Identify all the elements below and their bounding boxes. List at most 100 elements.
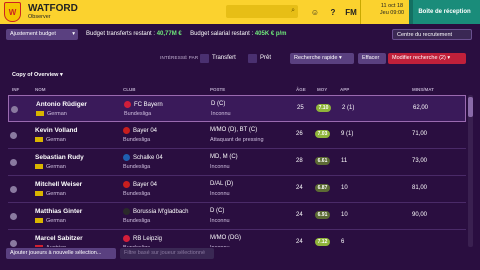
inbox-continue-button[interactable]: Boîte de réception [409, 0, 480, 24]
club-label: Borussia M'gladbach [133, 209, 189, 216]
info-icon[interactable] [10, 240, 17, 247]
avg-rating-badge: 7.10 [316, 104, 331, 112]
player-position: D (C) [211, 101, 226, 107]
add-to-shortlist-button[interactable]: Ajouter joueurs à nouvelle sélection... [6, 248, 116, 259]
clear-button[interactable]: Effacer [358, 53, 386, 64]
player-apps: 10 [341, 185, 348, 191]
quick-search-dropdown[interactable]: Recherche rapide ▾ [290, 53, 354, 64]
player-club[interactable]: RB Leipzig [123, 235, 162, 242]
player-role: Inconnu [210, 191, 230, 197]
avg-rating-badge: 7.03 [315, 130, 330, 138]
nationality-label: German [46, 137, 66, 143]
col-inf[interactable]: INF [12, 87, 19, 92]
player-club[interactable]: FC Bayern [124, 101, 163, 108]
filter-by-player-button[interactable]: Filtre basé sur joueur sélectionné [120, 248, 214, 259]
transfer-budget-label: Budget transferts restant : [86, 31, 156, 37]
col-position[interactable]: POSTE [210, 87, 225, 92]
flag-icon [35, 191, 43, 197]
table-row[interactable]: Marcel Sabitzer Austrian RB Leipzig Bundesl… [8, 230, 466, 247]
chevron-down-icon: ▾ [60, 72, 63, 78]
player-age: 26 [296, 131, 303, 137]
chevron-down-icon: ▾ [338, 55, 342, 61]
col-name[interactable]: NOM [35, 87, 46, 92]
player-nationality: German [35, 191, 66, 197]
info-icon[interactable] [11, 106, 18, 113]
player-minutes: 71,00 [412, 131, 428, 137]
club-badge-icon [124, 101, 131, 108]
budget-dropdown[interactable]: Ajustement budget ▾ [6, 29, 78, 40]
player-name[interactable]: Sebastian Rudy [35, 154, 84, 161]
social-icon[interactable]: ☺ [306, 8, 324, 17]
scrollbar[interactable] [468, 95, 473, 247]
top-bar: W WATFORD Observer ⌕ ☺ ? FM 11 oct 18 Jeu… [0, 0, 480, 24]
salary-budget-label: Budget salarial restant : [190, 31, 254, 37]
player-role: Inconnu [210, 164, 230, 170]
player-league: Bundesliga [123, 137, 151, 143]
club-crest-icon[interactable]: W [4, 2, 21, 22]
player-apps: 11 [341, 158, 348, 164]
col-minutes[interactable]: MINS/MAT [412, 87, 434, 92]
nationality-label: German [46, 191, 66, 197]
flag-icon [36, 111, 44, 117]
info-icon[interactable] [10, 132, 17, 139]
quick-search-label: Recherche rapide [294, 55, 338, 61]
player-apps: 10 [341, 212, 348, 218]
club-name[interactable]: WATFORD [28, 3, 78, 14]
player-age: 24 [296, 212, 303, 218]
col-club[interactable]: CLUB [123, 87, 136, 92]
info-icon[interactable] [10, 186, 17, 193]
scrollbar-thumb[interactable] [468, 97, 473, 117]
player-club[interactable]: Borussia M'gladbach [123, 208, 189, 215]
player-role: Inconnu [211, 111, 231, 117]
table-row[interactable]: Mitchell Weiser German Bayer 04 Bundesliga D… [8, 176, 466, 203]
time-line: Jeu 09:00 [379, 10, 405, 16]
help-icon[interactable]: ? [324, 8, 342, 17]
col-app[interactable]: APP [340, 87, 349, 92]
table-row[interactable]: Kevin Volland German Bayer 04 Bundesliga M/M… [8, 122, 466, 149]
recruitment-centre-button[interactable]: Centre du recrutement [392, 29, 472, 40]
fm-menu-button[interactable]: FM [342, 8, 360, 17]
view-selector[interactable]: Copy of Overview ▾ [12, 72, 63, 78]
player-name[interactable]: Antonio Rüdiger [36, 101, 87, 108]
club-badge-icon [123, 235, 130, 242]
player-name[interactable]: Mitchell Weiser [35, 181, 82, 188]
player-apps: 2 (1) [342, 105, 355, 111]
nationality-label: German [47, 111, 67, 117]
player-apps: 6 [341, 239, 345, 245]
nationality-label: Austrian [46, 245, 66, 247]
loan-checkbox[interactable] [248, 54, 257, 63]
club-role: Observer [28, 14, 51, 20]
player-club[interactable]: Bayer 04 [123, 127, 157, 134]
player-minutes: 90,00 [412, 212, 428, 218]
player-table: Antonio Rüdiger German FC Bayern Bundesliga… [8, 95, 466, 247]
player-role: Inconnu [210, 245, 230, 247]
flag-icon [35, 218, 43, 224]
player-club[interactable]: Schalke 04 [123, 154, 163, 161]
player-nationality: German [35, 137, 66, 143]
search-input[interactable]: ⌕ [226, 5, 298, 18]
club-label: Bayer 04 [133, 182, 158, 189]
modify-search-button[interactable]: Modifier recherche (2) ▾ [388, 53, 466, 64]
player-name[interactable]: Marcel Sabitzer [35, 235, 83, 242]
avg-rating-badge: 6.61 [315, 157, 330, 165]
filter-row: INTÉRESSÉ PAR : Transfert Prêt Recherche… [0, 52, 480, 66]
player-nationality: German [35, 218, 66, 224]
info-icon[interactable] [10, 159, 17, 166]
player-club[interactable]: Bayer 04 [123, 181, 157, 188]
player-name[interactable]: Kevin Volland [35, 127, 78, 134]
search-icon: ⌕ [291, 7, 295, 14]
table-row[interactable]: Matthias Ginter German Borussia M'gladbach… [8, 203, 466, 230]
view-title: Copy of Overview [12, 72, 59, 78]
transfer-checkbox[interactable] [200, 54, 209, 63]
table-row[interactable]: Antonio Rüdiger German FC Bayern Bundesliga… [8, 95, 466, 122]
player-minutes: 81,00 [412, 185, 428, 191]
flag-icon [35, 137, 43, 143]
col-age[interactable]: ÂGE [296, 87, 306, 92]
table-row[interactable]: Sebastian Rudy German Schalke 04 Bundesliga… [8, 149, 466, 176]
player-name[interactable]: Matthias Ginter [35, 208, 82, 215]
player-league: Bundesliga [123, 218, 151, 224]
info-icon[interactable] [10, 213, 17, 220]
modify-search-label: Modifier recherche (2) [392, 55, 446, 61]
club-badge-icon [123, 127, 130, 134]
col-avg[interactable]: MOY [317, 87, 327, 92]
